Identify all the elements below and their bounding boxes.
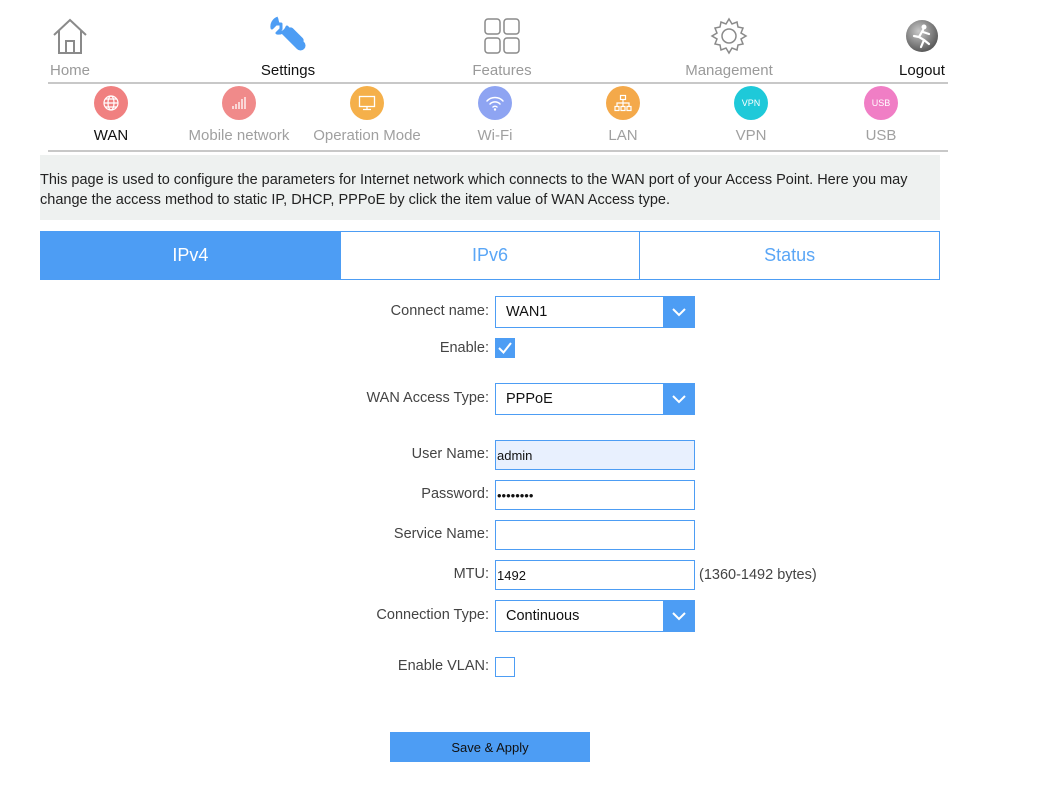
nav-home-label: Home [49,62,90,79]
nav-features-label: Features [472,62,532,79]
vpn-icon: VPN [734,86,768,120]
subnav-operation-mode[interactable]: Operation Mode [302,86,432,144]
enable-vlan-checkbox[interactable] [495,657,515,677]
monitor-icon [350,86,384,120]
wan-access-type-select[interactable]: PPPoE [495,383,695,415]
subnav-usb[interactable]: USB USB [816,86,946,144]
logout-icon [862,14,982,58]
subnav-usb-label: USB [865,127,897,144]
gear-icon [669,14,789,58]
password-input[interactable] [495,480,695,510]
password-label: Password: [421,486,489,502]
wan-access-type-value: PPPoE [506,391,553,407]
subnav-vpn[interactable]: VPN VPN [686,86,816,144]
subnav-divider [48,150,948,152]
page-description: This page is used to configure the param… [40,155,940,220]
wrench-icon [228,14,348,58]
username-input[interactable] [495,440,695,470]
subnav-lan-label: LAN [608,127,638,144]
connect-name-label: Connect name: [390,303,489,319]
save-apply-button[interactable]: Save & Apply [390,732,590,762]
service-name-input[interactable] [495,520,695,550]
enable-label: Enable: [439,340,489,356]
mtu-label: MTU: [453,566,489,582]
nav-logout-label: Logout [899,62,945,79]
nav-logout[interactable]: Logout [862,14,982,79]
subnav-wan[interactable]: WAN [46,86,176,144]
mtu-input[interactable] [495,560,695,590]
mtu-hint: (1360-1492 bytes) [699,567,817,583]
tab-status[interactable]: Status [640,231,941,280]
wan-access-type-label: WAN Access Type: [366,390,490,406]
nav-features[interactable]: Features [442,14,562,79]
connection-type-label: Connection Type: [376,607,489,623]
nav-home[interactable]: Home [10,14,130,79]
checkmark-icon [498,342,512,355]
top-divider [48,82,948,84]
connection-type-value: Continuous [506,608,580,624]
connect-name-select[interactable]: WAN1 [495,296,695,328]
chevron-down-icon [663,601,694,631]
tab-ipv6[interactable]: IPv6 [340,231,641,280]
service-name-label: Service Name: [393,526,489,542]
subnav-mobile-network[interactable]: Mobile network [174,86,304,144]
grid-icon [442,14,562,58]
subnav-lan[interactable]: LAN [558,86,688,144]
enable-vlan-label: Enable VLAN: [397,658,489,674]
subnav-wan-label: WAN [93,127,129,144]
enable-checkbox[interactable] [495,338,515,358]
connection-type-select[interactable]: Continuous [495,600,695,632]
chevron-down-icon [663,297,694,327]
home-icon [10,14,130,58]
protocol-tabs: IPv4 IPv6 Status [40,231,941,280]
top-navigation: Home Settings Features Management Logout [0,0,1050,84]
subnav-mobile-network-label: Mobile network [188,127,290,144]
chevron-down-icon [663,384,694,414]
wifi-icon [478,86,512,120]
tab-ipv4[interactable]: IPv4 [40,231,341,280]
subnav-operation-mode-label: Operation Mode [313,127,421,144]
nav-settings-label: Settings [260,62,316,79]
nav-settings[interactable]: Settings [228,14,348,79]
subnav-wifi[interactable]: Wi-Fi [430,86,560,144]
usb-icon: USB [864,86,898,120]
username-label: User Name: [411,446,489,462]
globe-icon [94,86,128,120]
vpn-icon-text: VPN [741,98,761,108]
nav-management-label: Management [685,62,773,79]
network-tree-icon [606,86,640,120]
subnav-vpn-label: VPN [735,127,767,144]
signal-bars-icon [222,86,256,120]
connect-name-value: WAN1 [506,304,548,320]
nav-management[interactable]: Management [669,14,789,79]
subnav-wifi-label: Wi-Fi [477,127,513,144]
usb-icon-text: USB [871,98,891,108]
